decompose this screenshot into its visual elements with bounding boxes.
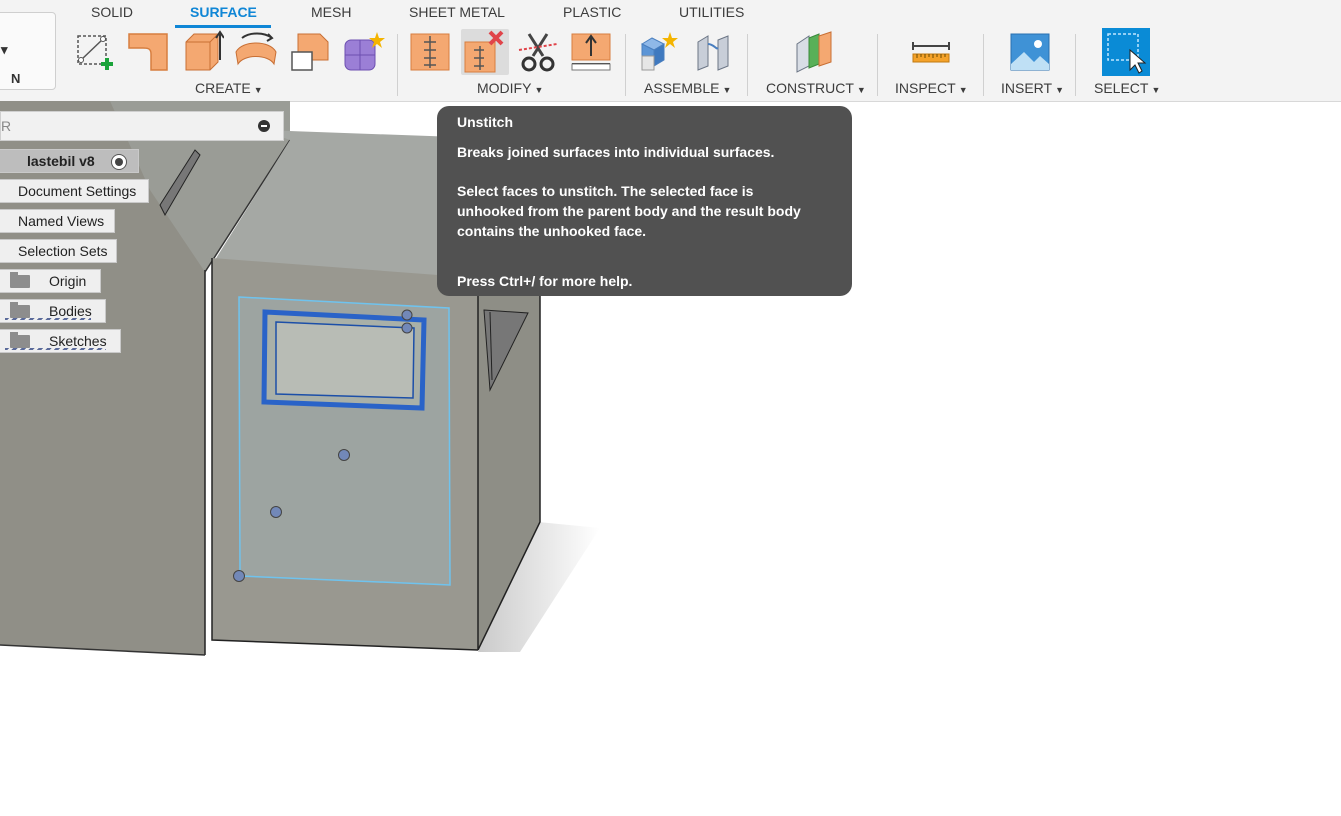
active-tab-indicator	[175, 25, 271, 28]
construct-menu[interactable]: CONSTRUCT ▼	[766, 80, 866, 96]
tooltip-detail-line: unhooked from the parent body and the re…	[457, 203, 801, 219]
separator	[983, 34, 984, 96]
tab-sheet-metal[interactable]: SHEET METAL	[409, 4, 505, 20]
browser-item-label: Sketches	[49, 333, 107, 349]
window-inner	[275, 321, 415, 399]
browser-title: R	[1, 118, 12, 134]
revolve-icon[interactable]	[234, 30, 278, 74]
sketch-point	[270, 506, 282, 518]
insert-menu[interactable]: INSERT ▼	[1001, 80, 1064, 96]
workspace-switcher[interactable]: N ▾	[0, 12, 56, 90]
form-icon[interactable]	[341, 30, 385, 74]
browser-item-label: Named Views	[18, 213, 105, 229]
separator	[877, 34, 878, 96]
browser-item-origin[interactable]: Origin	[0, 269, 101, 293]
patch-icon[interactable]	[127, 30, 171, 74]
browser-item-label: Bodies	[49, 303, 92, 319]
tab-plastic[interactable]: PLASTIC	[563, 4, 621, 20]
sketch-point	[401, 309, 413, 321]
create-menu[interactable]: CREATE ▼	[195, 80, 263, 96]
insert-image-icon[interactable]	[1008, 30, 1052, 74]
offset-icon[interactable]	[288, 30, 332, 74]
tab-surface[interactable]: SURFACE	[190, 4, 257, 20]
new-component-icon[interactable]	[638, 30, 682, 74]
browser-item-bodies[interactable]: Bodies	[0, 299, 106, 323]
folder-icon	[10, 302, 30, 318]
tab-utilities[interactable]: UTILITIES	[679, 4, 744, 20]
folder-icon	[10, 332, 30, 348]
extend-icon[interactable]	[570, 30, 614, 74]
browser-item-named-views[interactable]: Named Views	[0, 209, 115, 233]
workspace-label: N ▾	[1, 42, 21, 86]
select-menu[interactable]: SELECT ▼	[1094, 80, 1160, 96]
folder-icon	[10, 272, 30, 288]
modify-menu[interactable]: MODIFY ▼	[477, 80, 543, 96]
tooltip-summary: Breaks joined surfaces into individual s…	[457, 144, 775, 160]
tab-solid[interactable]: SOLID	[91, 4, 133, 20]
split-icon[interactable]	[517, 30, 561, 74]
browser-item-selection-sets[interactable]: Selection Sets	[0, 239, 117, 263]
separator	[625, 34, 626, 96]
tooltip-title: Unstitch	[457, 114, 513, 130]
separator	[747, 34, 748, 96]
unstitch-tooltip: Unstitch Breaks joined surfaces into ind…	[437, 106, 852, 296]
inspect-menu[interactable]: INSPECT ▼	[895, 80, 968, 96]
activate-radio-icon[interactable]	[111, 154, 127, 170]
hidden-indicator	[5, 348, 106, 350]
browser-header[interactable]: R	[0, 111, 284, 141]
sketch-point	[338, 449, 350, 461]
separator	[397, 34, 398, 96]
stitch-icon[interactable]	[409, 30, 453, 74]
tooltip-detail-line: contains the unhooked face.	[457, 223, 647, 239]
minimize-icon[interactable]	[258, 120, 270, 132]
browser-item-label: Document Settings	[18, 183, 137, 199]
window-select-icon[interactable]	[1102, 28, 1150, 76]
sketch-point	[233, 570, 245, 582]
browser-item-label: Selection Sets	[18, 243, 108, 259]
browser-item-sketches[interactable]: Sketches	[0, 329, 121, 353]
separator	[1075, 34, 1076, 96]
create-sketch-icon[interactable]	[73, 30, 117, 74]
toolbar: N ▾ SOLID SURFACE MESH SHEET METAL PLAST…	[0, 0, 1341, 102]
measure-icon[interactable]	[909, 30, 953, 74]
unstitch-icon[interactable]	[463, 30, 507, 74]
browser-item-label: Origin	[49, 273, 87, 289]
sketch-point	[401, 322, 413, 334]
plane-icon[interactable]	[791, 30, 835, 74]
tooltip-help: Press Ctrl+/ for more help.	[457, 273, 633, 289]
browser-root-label: lastebil v8	[27, 153, 95, 169]
assemble-menu[interactable]: ASSEMBLE ▼	[644, 80, 731, 96]
browser-item-document-settings[interactable]: Document Settings	[0, 179, 149, 203]
extrude-icon[interactable]	[180, 30, 224, 74]
browser-root-node[interactable]: lastebil v8	[0, 149, 139, 173]
tab-mesh[interactable]: MESH	[311, 4, 351, 20]
joint-icon[interactable]	[692, 30, 736, 74]
tooltip-detail-line: Select faces to unstitch. The selected f…	[457, 183, 754, 199]
hidden-indicator	[5, 318, 91, 320]
